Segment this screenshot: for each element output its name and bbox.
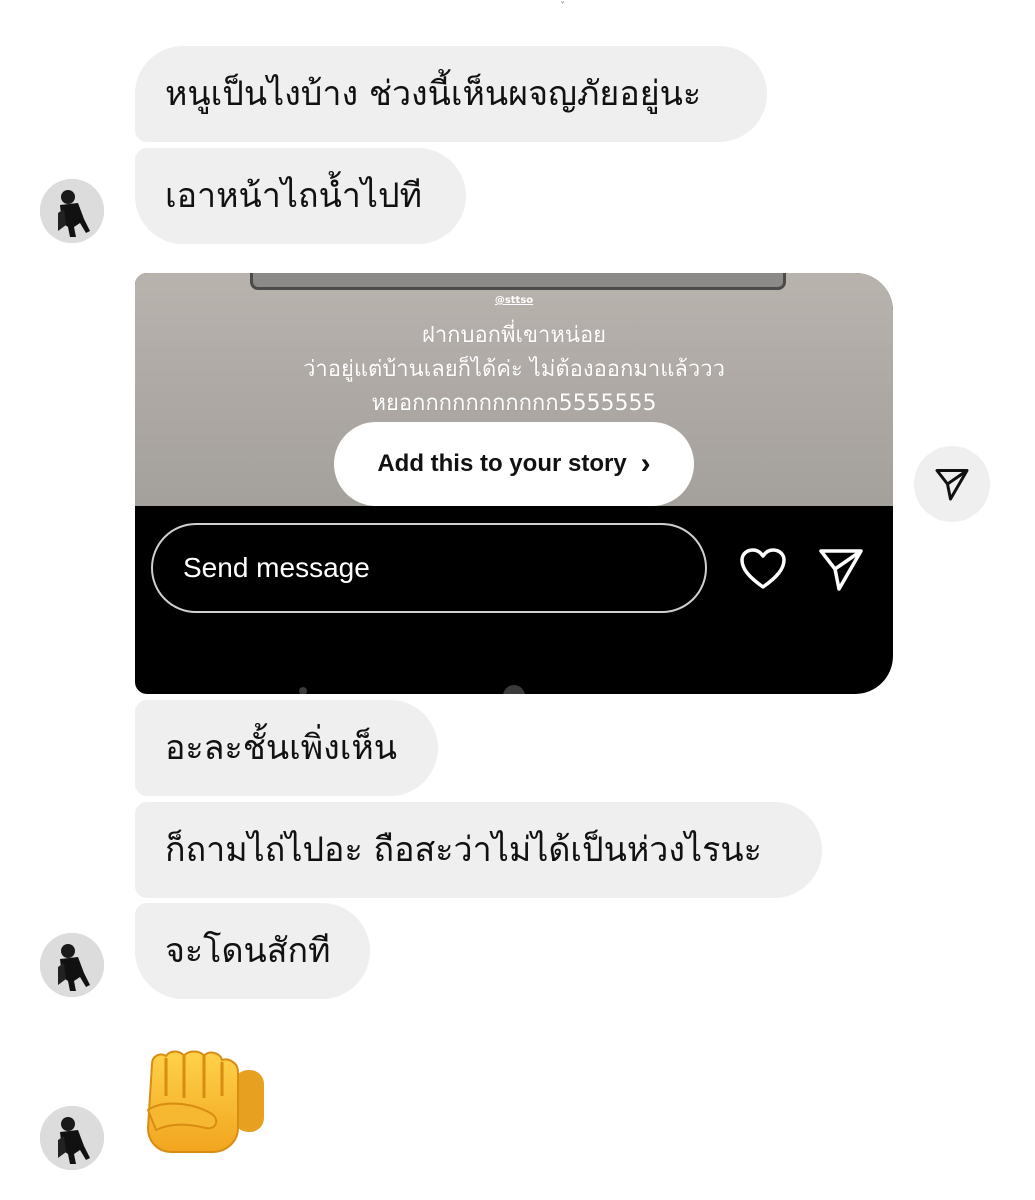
story-frame-edge: [250, 273, 786, 290]
share-icon: [935, 469, 969, 501]
message-text: อะละชั้นเพิ่งเห็น: [165, 728, 398, 768]
story-caption-line: ว่าอยู่แต่บ้านเลยก็ได้ค่ะ ไม่ต้องออกมาแล…: [303, 357, 725, 382]
share-button[interactable]: [914, 446, 990, 522]
message-bubble[interactable]: ก็ถามไถ่ไปอะ ถือสะว่าไม่ได้เป็นห่วงไรนะ: [135, 802, 822, 898]
story-preview-image[interactable]: @sttso ฝากบอกพี่เขาหน่อย ว่าอยู่แต่บ้านเ…: [135, 273, 893, 506]
avatar-person-icon: [40, 1106, 104, 1170]
fist-bump-emoji[interactable]: [142, 1050, 266, 1154]
message-text: จะโดนสักที: [165, 931, 331, 971]
message-bubble[interactable]: เอาหน้าไถน้ำไปที: [135, 148, 466, 244]
story-handle: @sttso: [494, 295, 534, 306]
send-message-input[interactable]: Send message: [151, 523, 707, 613]
message-bubble[interactable]: หนูเป็นไงบ้าง ช่วงนี้เห็นผจญภัยอยู่นะ: [135, 46, 767, 142]
heart-icon[interactable]: [739, 547, 787, 591]
message-bubble[interactable]: อะละชั้นเพิ่งเห็น: [135, 700, 438, 796]
story-caption-line: ฝากบอกพี่เขาหน่อย: [421, 323, 607, 348]
avatar-person-icon: [40, 933, 104, 997]
message-text: หนูเป็นไงบ้าง ช่วงนี้เห็นผจญภัยอยู่นะ: [165, 74, 702, 114]
shared-story-card[interactable]: @sttso ฝากบอกพี่เขาหน่อย ว่าอยู่แต่บ้านเ…: [135, 273, 893, 694]
avatar-person-icon: [40, 179, 104, 243]
sender-avatar[interactable]: [40, 1106, 104, 1170]
story-caption-line: หยอกกกกกกกกกกก5555555: [371, 391, 657, 416]
nav-dot: [299, 687, 307, 694]
message-bubble[interactable]: จะโดนสักที: [135, 903, 370, 999]
cut-off-text: ˯: [560, 0, 584, 5]
sender-avatar[interactable]: [40, 179, 104, 243]
add-to-story-label: Add this to your story: [377, 450, 627, 477]
sender-avatar[interactable]: [40, 933, 104, 997]
chevron-right-icon: ›: [640, 447, 651, 480]
message-text: ก็ถามไถ่ไปอะ ถือสะว่าไม่ได้เป็นห่วงไรนะ: [165, 830, 762, 870]
send-message-placeholder: Send message: [183, 552, 370, 583]
nav-dot: [503, 685, 525, 694]
send-icon[interactable]: [817, 545, 865, 593]
add-to-story-button[interactable]: Add this to your story ›: [334, 422, 694, 506]
message-text: เอาหน้าไถน้ำไปที: [165, 176, 422, 216]
